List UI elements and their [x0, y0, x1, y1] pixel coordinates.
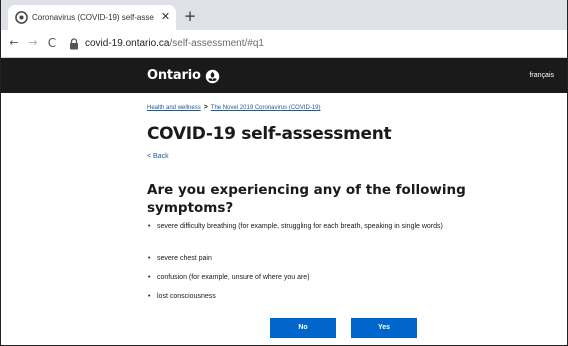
trillium-logo-icon [205, 69, 219, 83]
language-toggle-link[interactable]: français [529, 70, 554, 81]
question-heading: Are you experiencing any of the followin… [147, 182, 466, 216]
back-link[interactable]: < Back [147, 152, 169, 161]
plus-icon[interactable]: + [181, 7, 199, 25]
list-item: lost consciousness [147, 292, 477, 302]
forward-arrow-icon[interactable]: → [25, 35, 41, 51]
tab-strip: Coronavirus (COVID-19) self-asse ✕ + [1, 0, 567, 30]
address-bar[interactable]: covid-19.ontario.ca/self-assessment/#q1 [63, 33, 561, 55]
url-text: covid-19.ontario.ca/self-assessment/#q1 [85, 33, 264, 55]
close-icon[interactable]: ✕ [159, 10, 172, 23]
back-arrow-icon[interactable]: ← [6, 35, 22, 51]
browser-toolbar: ← → C covid-19.ontario.ca/self-assessmen… [1, 30, 567, 58]
no-button[interactable]: No [270, 318, 336, 338]
browser-tab[interactable]: Coronavirus (COVID-19) self-asse ✕ [8, 5, 176, 30]
page-title: COVID-19 self-assessment [147, 124, 392, 144]
ontario-header: Ontario français [1, 58, 567, 93]
tab-title: Coronavirus (COVID-19) self-asse [32, 13, 154, 22]
logo-text: Ontario [147, 68, 201, 83]
list-item: confusion (for example, unsure of where … [147, 273, 477, 283]
browser-window: Coronavirus (COVID-19) self-asse ✕ + ← →… [0, 0, 568, 346]
breadcrumb-link-coronavirus[interactable]: The Novel 2019 Coronavirus (COVID-19) [211, 105, 321, 111]
reload-icon[interactable]: C [44, 35, 60, 51]
url-host: covid-19.ontario.ca [85, 38, 170, 49]
yes-button[interactable]: Yes [351, 318, 417, 338]
list-item: severe difficulty breathing (for example… [147, 222, 477, 232]
url-path: /self-assessment/#q1 [169, 38, 265, 49]
lock-icon [70, 38, 78, 50]
breadcrumb: Health and wellness > The Novel 2019 Coron… [147, 104, 321, 112]
favicon-icon [15, 11, 28, 24]
list-item: severe chest pain [147, 254, 477, 264]
breadcrumb-link-health[interactable]: Health and wellness [147, 105, 201, 111]
ontario-logo[interactable]: Ontario [147, 67, 220, 85]
breadcrumb-separator: > [203, 104, 208, 111]
